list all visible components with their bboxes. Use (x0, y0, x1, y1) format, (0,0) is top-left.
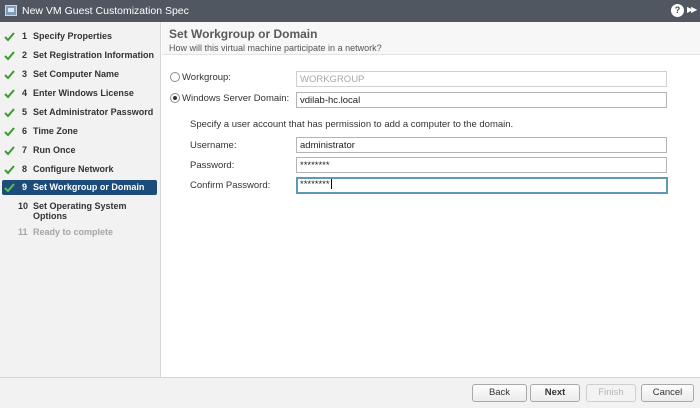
page-title: Set Workgroup or Domain (169, 27, 318, 41)
step-set-operating-system-options[interactable]: 10 Set Operating System Options (0, 199, 161, 221)
step-set-administrator-password[interactable]: 5 Set Administrator Password (0, 105, 161, 120)
step-label: Run Once (33, 145, 76, 155)
workgroup-radio[interactable] (170, 72, 180, 82)
step-label: Ready to complete (33, 227, 114, 237)
step-configure-network[interactable]: 8 Configure Network (0, 162, 161, 177)
check-icon (4, 146, 15, 156)
cancel-button[interactable]: Cancel (641, 384, 694, 402)
check-icon (4, 51, 15, 61)
step-number: 2 (22, 50, 28, 60)
check-icon (4, 70, 15, 80)
step-number: 11 (18, 227, 28, 237)
check-icon (4, 165, 15, 175)
next-button[interactable]: Next (530, 384, 580, 402)
step-set-computer-name[interactable]: 3 Set Computer Name (0, 67, 161, 82)
confirm-password-input[interactable]: ******** (296, 177, 668, 194)
step-label: Set Workgroup or Domain (33, 182, 145, 192)
windows-server-domain-radio[interactable] (170, 93, 180, 103)
username-input[interactable]: administrator (296, 137, 667, 153)
step-label: Set Operating System Options (33, 201, 127, 221)
password-label: Password: (190, 160, 235, 171)
step-time-zone[interactable]: 6 Time Zone (0, 124, 161, 139)
text-caret (330, 179, 332, 190)
confirm-password-value: ******** (300, 179, 330, 190)
step-specify-properties[interactable]: 1 Specify Properties (0, 29, 161, 44)
back-button[interactable]: Back (472, 384, 527, 402)
check-icon (4, 183, 15, 193)
password-input[interactable]: ******** (296, 157, 667, 173)
finish-button: Finish (586, 384, 636, 402)
step-number: 10 (18, 201, 29, 211)
step-enter-windows-license[interactable]: 4 Enter Windows License (0, 86, 161, 101)
wizard-steps-sidebar: 1 Specify Properties 2 Set Registration … (0, 22, 161, 377)
workgroup-input[interactable]: WORKGROUP (296, 71, 667, 87)
step-run-once[interactable]: 7 Run Once (0, 143, 161, 158)
step-number: 3 (22, 69, 28, 79)
step-label: Enter Windows License (33, 88, 134, 98)
wizard-footer: Back Next Finish Cancel (0, 377, 700, 408)
step-set-registration-information[interactable]: 2 Set Registration Information (0, 48, 161, 63)
step-set-workgroup-or-domain[interactable]: 9 Set Workgroup or Domain (2, 180, 157, 195)
step-number: 4 (22, 88, 28, 98)
step-label: Specify Properties (33, 31, 113, 41)
step-label: Set Administrator Password (33, 107, 154, 117)
window-title: New VM Guest Customization Spec (22, 5, 189, 17)
expand-icon[interactable]: ▶▶ (687, 5, 697, 14)
windows-server-domain-input[interactable]: vdilab-hc.local (296, 92, 667, 108)
step-label: Set Registration Information (33, 50, 155, 60)
username-label: Username: (190, 140, 237, 151)
workgroup-label: Workgroup: (182, 72, 231, 83)
check-icon (4, 32, 15, 42)
account-hint-text: Specify a user account that has permissi… (190, 119, 514, 130)
step-number: 5 (22, 107, 28, 117)
check-icon (4, 89, 15, 99)
check-icon (4, 127, 15, 137)
page-header: Set Workgroup or Domain How will this vi… (162, 22, 700, 55)
confirm-password-label: Confirm Password: (190, 180, 271, 191)
window-titlebar: New VM Guest Customization Spec ? ▶▶ (0, 0, 700, 22)
step-label: Set Computer Name (33, 69, 120, 79)
step-number: 6 (22, 126, 28, 136)
step-number: 7 (22, 145, 28, 155)
check-icon (4, 108, 15, 118)
step-number: 1 (22, 31, 28, 41)
wizard-content-panel: Set Workgroup or Domain How will this vi… (162, 22, 700, 377)
step-ready-to-complete: 11 Ready to complete (0, 225, 161, 240)
page-subtitle: How will this virtual machine participat… (169, 43, 382, 53)
step-label: Configure Network (33, 164, 114, 174)
help-icon[interactable]: ? (671, 4, 684, 17)
step-label: Time Zone (33, 126, 78, 136)
windows-server-domain-label: Windows Server Domain: (182, 93, 290, 104)
step-number: 8 (22, 164, 28, 174)
step-number: 9 (22, 182, 28, 192)
wizard-window-icon (5, 5, 17, 16)
